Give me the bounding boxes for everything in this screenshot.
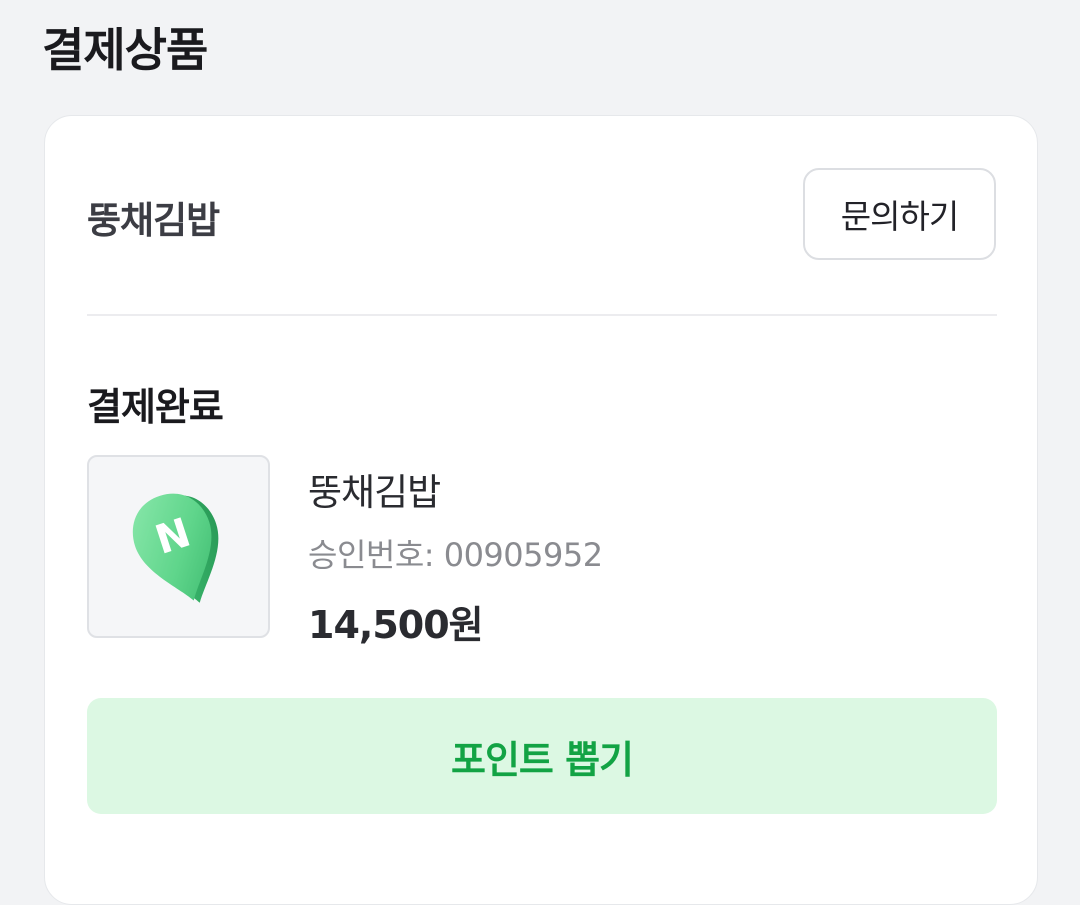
approval-number: 승인번호: 00905952: [308, 536, 603, 574]
order-card: 뚱채김밥 문의하기 결제완료 N 뚱채김밥 승인번호: 00905952 14,…: [44, 115, 1038, 905]
product-name: 뚱채김밥: [308, 471, 441, 514]
naver-map-pin-icon: N: [132, 493, 219, 603]
store-name[interactable]: 뚱채김밥: [87, 190, 220, 244]
price: 14,500원: [308, 603, 484, 647]
payment-status: 결제완료: [87, 385, 224, 429]
points-draw-button[interactable]: 포인트 뽑기: [87, 698, 997, 814]
product-thumbnail: N: [87, 455, 270, 638]
inquiry-button[interactable]: 문의하기: [803, 168, 996, 260]
divider: [87, 314, 997, 316]
page-title: 결제상품: [42, 23, 208, 77]
